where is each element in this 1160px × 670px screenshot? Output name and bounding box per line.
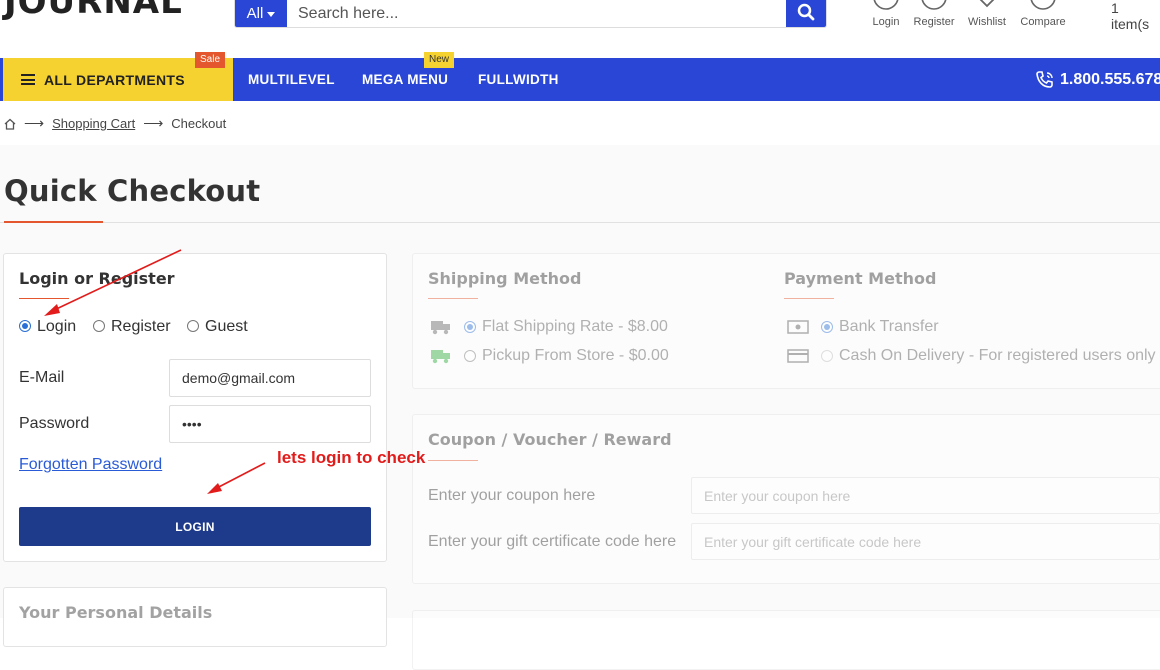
- coupon-input[interactable]: [691, 477, 1160, 514]
- header-wishlist[interactable]: Wishlist: [957, 0, 1017, 28]
- payment-bank-radio[interactable]: [821, 321, 833, 333]
- radio-login-control[interactable]: [19, 320, 31, 332]
- payment-accent: [784, 298, 834, 299]
- breadcrumb-separator: ⟶: [143, 115, 164, 131]
- header-register[interactable]: Register: [904, 0, 964, 28]
- coupon-accent: [428, 460, 478, 461]
- email-label: E-Mail: [19, 369, 65, 386]
- radio-register-control[interactable]: [93, 320, 105, 332]
- title-accent: [4, 221, 103, 223]
- radio-guest-control[interactable]: [187, 320, 199, 332]
- heart-icon: [979, 0, 995, 8]
- login-button[interactable]: LOGIN: [19, 507, 371, 546]
- logo[interactable]: JOURNAL: [4, 0, 183, 22]
- annotation-note: lets login to check: [277, 448, 426, 467]
- sale-badge: Sale: [195, 52, 226, 68]
- radio-guest[interactable]: Guest: [187, 318, 248, 336]
- shipping-pickup-label: Pickup From Store - $0.00: [482, 347, 669, 364]
- shipping-flat-radio[interactable]: [464, 321, 476, 333]
- home-icon[interactable]: [4, 118, 16, 130]
- search-category-dropdown[interactable]: All: [235, 0, 287, 27]
- truck-green-icon: [431, 350, 450, 364]
- radio-register-label: Register: [111, 318, 171, 335]
- all-departments-label: ALL DEPARTMENTS: [44, 71, 185, 88]
- menu-icon: [21, 74, 35, 85]
- shipping-option-flat[interactable]: Flat Shipping Rate - $8.00: [430, 318, 668, 336]
- radio-login-label: Login: [37, 318, 77, 335]
- shipping-flat-label: Flat Shipping Rate - $8.00: [482, 318, 668, 335]
- login-panel-title: Login or Register: [19, 269, 175, 288]
- password-field[interactable]: [169, 405, 371, 443]
- truck-icon: [431, 321, 450, 335]
- header-wishlist-label: Wishlist: [968, 16, 1006, 28]
- title-divider: [0, 222, 1160, 223]
- personal-details-title: Your Personal Details: [19, 603, 213, 622]
- new-badge: New: [424, 52, 455, 68]
- shipping-accent: [428, 298, 478, 299]
- user-plus-icon: [921, 0, 947, 10]
- search-category-label: All: [246, 4, 264, 22]
- breadcrumb: ⟶ Shopping Cart ⟶ Checkout: [4, 115, 226, 132]
- payment-option-cod[interactable]: Cash On Delivery - For registered users …: [787, 347, 1156, 365]
- phone-number: 1.800.555.678: [1060, 71, 1160, 88]
- compare-icon: [1030, 0, 1056, 10]
- search-button[interactable]: [786, 0, 826, 27]
- nav-item-fullwidth[interactable]: FULLWIDTH: [478, 58, 559, 101]
- header-compare-label: Compare: [1020, 16, 1066, 28]
- header-compare[interactable]: Compare: [1013, 0, 1073, 28]
- email-field[interactable]: [169, 359, 371, 397]
- user-icon: [873, 0, 899, 10]
- shipping-method-title: Shipping Method: [428, 269, 582, 288]
- shipping-option-pickup[interactable]: Pickup From Store - $0.00: [430, 347, 669, 365]
- payment-cod-label: Cash On Delivery - For registered users …: [839, 347, 1156, 364]
- coupon-title: Coupon / Voucher / Reward: [428, 430, 672, 449]
- payment-bank-label: Bank Transfer: [839, 318, 939, 335]
- header-login-label: Login: [872, 16, 900, 28]
- page-title: Quick Checkout: [4, 174, 261, 208]
- card-icon: [787, 349, 809, 363]
- header-register-label: Register: [913, 16, 955, 28]
- password-label: Password: [19, 415, 90, 432]
- chevron-down-icon: [267, 11, 276, 17]
- bank-icon: [787, 320, 809, 334]
- radio-guest-label: Guest: [205, 318, 248, 335]
- shipping-pickup-radio[interactable]: [464, 350, 476, 362]
- next-panel: [412, 610, 1160, 670]
- nav-item-multilevel[interactable]: MULTILEVEL: [248, 58, 335, 101]
- phone-link[interactable]: 1.800.555.678: [1035, 58, 1160, 101]
- search-bar: All: [234, 0, 827, 28]
- forgotten-password-link[interactable]: Forgotten Password: [19, 456, 162, 474]
- cart-count[interactable]: 1 item(s: [1111, 0, 1160, 32]
- search-icon: [797, 3, 815, 21]
- breadcrumb-separator: ⟶: [24, 115, 45, 131]
- coupon-label: Enter your coupon here: [428, 487, 596, 504]
- radio-register[interactable]: Register: [93, 318, 171, 336]
- breadcrumb-shopping-cart[interactable]: Shopping Cart: [52, 116, 135, 131]
- gift-certificate-label: Enter your gift certificate code here: [428, 533, 677, 550]
- payment-option-bank[interactable]: Bank Transfer: [787, 318, 939, 336]
- payment-method-title: Payment Method: [784, 269, 937, 288]
- phone-icon: [1036, 70, 1053, 88]
- payment-cod-radio[interactable]: [821, 350, 833, 362]
- gift-certificate-input[interactable]: [691, 523, 1160, 560]
- search-input[interactable]: [287, 0, 786, 27]
- breadcrumb-checkout: Checkout: [171, 116, 227, 131]
- login-panel-accent: [19, 298, 69, 299]
- radio-login[interactable]: Login: [19, 318, 76, 336]
